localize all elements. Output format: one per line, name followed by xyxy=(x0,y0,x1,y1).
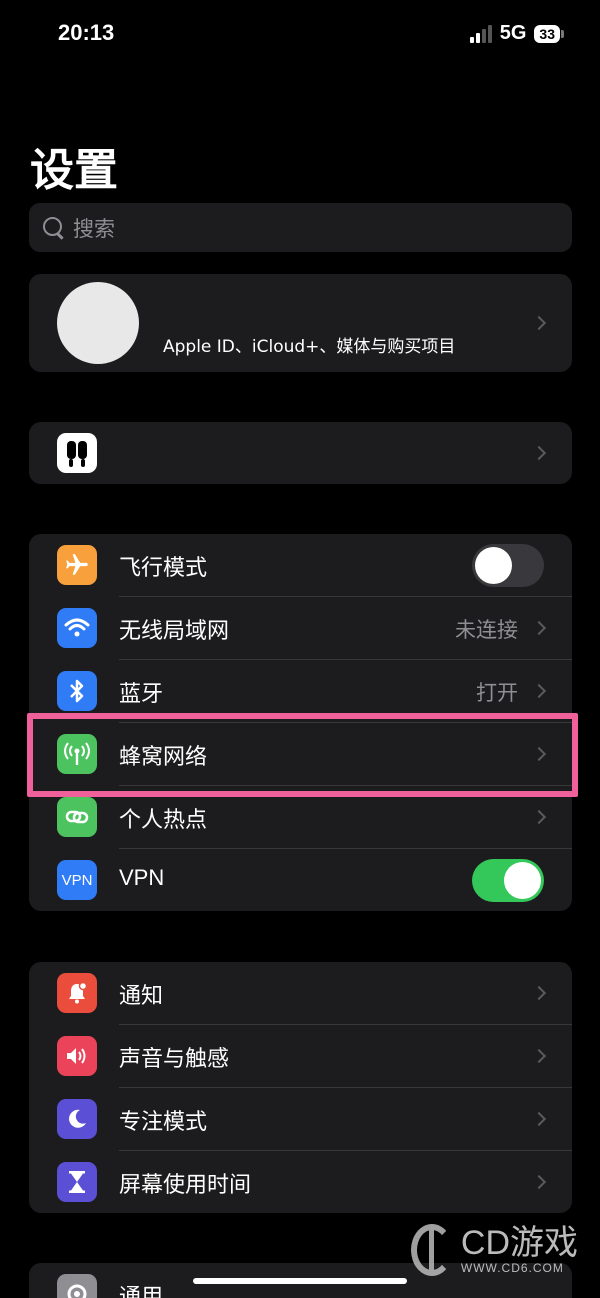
row-vpn[interactable]: VPN VPN xyxy=(29,849,572,911)
row-cellular[interactable]: 蜂窝网络 xyxy=(29,723,572,786)
bell-icon xyxy=(57,973,97,1013)
airplane-icon xyxy=(57,545,97,585)
chevron-right-icon xyxy=(531,809,547,825)
status-bar: 20:13 5G 33 xyxy=(0,0,600,70)
row-label: 飞行模式 xyxy=(119,556,208,581)
status-indicators: 5G 33 xyxy=(469,22,564,45)
page-title: 设置 xyxy=(30,145,118,196)
hotspot-icon xyxy=(57,797,97,837)
bluetooth-status: 打开 xyxy=(476,681,518,705)
row-personal-hotspot[interactable]: 个人热点 xyxy=(29,786,572,849)
chevron-right-icon xyxy=(531,683,547,699)
network-type: 5G xyxy=(499,22,527,44)
speaker-icon xyxy=(57,1036,97,1076)
chevron-right-icon xyxy=(531,1174,547,1190)
home-indicator[interactable] xyxy=(193,1278,407,1284)
row-label: 蓝牙 xyxy=(119,682,164,707)
watermark-url: WWW.CD6.COM xyxy=(460,1261,564,1275)
notifications-group: 通知 声音与触感 专注模式 屏幕使用时间 xyxy=(29,962,572,1213)
row-focus[interactable]: 专注模式 xyxy=(29,1088,572,1151)
search-icon xyxy=(41,215,67,241)
gear-icon xyxy=(57,1274,97,1298)
chevron-right-icon xyxy=(531,315,547,331)
chevron-right-icon xyxy=(531,985,547,1001)
row-label: 无线局域网 xyxy=(119,619,230,644)
row-label: 屏幕使用时间 xyxy=(119,1173,252,1198)
vpn-toggle[interactable] xyxy=(472,859,544,902)
row-screen-time[interactable]: 屏幕使用时间 xyxy=(29,1151,572,1213)
watermark-brand: CD游戏 xyxy=(460,1224,578,1262)
chevron-right-icon xyxy=(531,1048,547,1064)
chevron-right-icon xyxy=(531,620,547,636)
airplane-mode-toggle[interactable] xyxy=(472,544,544,587)
row-notifications[interactable]: 通知 xyxy=(29,962,572,1025)
search-input[interactable]: 搜索 xyxy=(29,203,572,252)
row-label: 通知 xyxy=(119,984,164,1009)
wifi-icon xyxy=(57,608,97,648)
row-label: 通用 xyxy=(119,1285,164,1298)
airpods-row[interactable] xyxy=(29,422,572,484)
battery-icon: 33 xyxy=(534,24,564,43)
hourglass-icon xyxy=(57,1162,97,1202)
chevron-right-icon xyxy=(531,1111,547,1127)
battery-level: 33 xyxy=(534,24,560,43)
signal-icon xyxy=(469,24,492,43)
connectivity-group: 飞行模式 无线局域网 未连接 蓝牙 打开 蜂窝网络 个人热点 VPN VPN xyxy=(29,534,572,911)
chevron-right-icon xyxy=(531,746,547,762)
apple-id-profile[interactable]: Apple ID、iCloud+、媒体与购买项目 xyxy=(29,274,572,372)
watermark: CD游戏 WWW.CD6.COM xyxy=(407,1222,578,1278)
row-label: VPN xyxy=(119,865,165,890)
chevron-right-icon xyxy=(531,445,547,461)
moon-icon xyxy=(57,1099,97,1139)
row-bluetooth[interactable]: 蓝牙 打开 xyxy=(29,660,572,723)
row-label: 声音与触感 xyxy=(119,1047,230,1072)
bluetooth-icon xyxy=(57,671,97,711)
row-label: 个人热点 xyxy=(119,808,208,833)
antenna-icon xyxy=(57,734,97,774)
search-placeholder: 搜索 xyxy=(73,216,115,241)
profile-subtitle: Apple ID、iCloud+、媒体与购买项目 xyxy=(163,337,456,357)
row-label: 专注模式 xyxy=(119,1110,208,1135)
vpn-icon: VPN xyxy=(57,860,97,900)
row-airplane-mode[interactable]: 飞行模式 xyxy=(29,534,572,597)
watermark-logo-icon xyxy=(407,1222,457,1278)
avatar xyxy=(57,282,139,364)
row-label: 蜂窝网络 xyxy=(119,745,208,770)
wifi-status: 未连接 xyxy=(455,618,518,642)
status-time: 20:13 xyxy=(58,20,115,45)
airpods-icon xyxy=(57,433,97,473)
row-sounds-haptics[interactable]: 声音与触感 xyxy=(29,1025,572,1088)
row-wifi[interactable]: 无线局域网 未连接 xyxy=(29,597,572,660)
